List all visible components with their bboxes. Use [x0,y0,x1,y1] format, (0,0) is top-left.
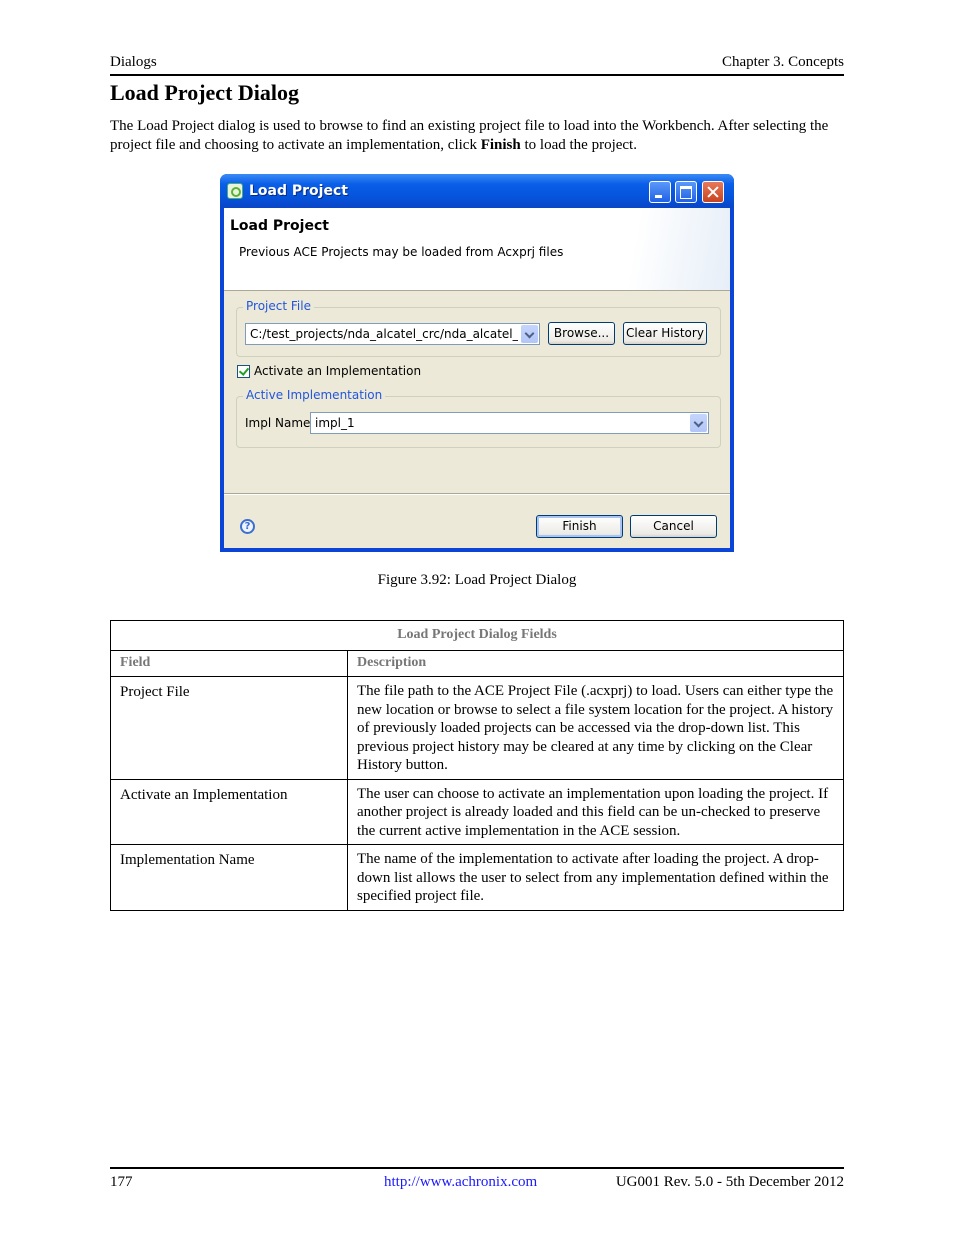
banner-title: Load Project [230,218,329,234]
project-file-group-label: Project File [243,299,314,313]
table-row: Implementation Name The name of the impl… [110,844,844,911]
app-icon [227,183,243,199]
finish-button[interactable]: Finish [536,515,623,538]
help-icon[interactable]: ? [240,519,255,534]
table-caption: Load Project Dialog Fields [110,620,844,651]
description-cell: The name of the implementation to activa… [347,844,844,911]
revision-info: UG001 Rev. 5.0 - 5th December 2012 [615,1174,844,1190]
fields-table: Load Project Dialog Fields Field Descrip… [110,620,844,911]
intro-paragraph: The Load Project dialog is used to brows… [110,117,844,155]
impl-name-combo[interactable]: impl_1 [310,412,709,434]
website-link[interactable]: http://www.achronix.com [384,1174,537,1191]
minimize-button[interactable] [649,181,671,203]
field-cell: Implementation Name [110,844,348,911]
section-title: Load Project Dialog [110,80,300,105]
window-title: Load Project [249,183,348,199]
active-implementation-group-label: Active Implementation [243,388,386,402]
close-button[interactable] [702,181,724,203]
project-file-combo[interactable]: C:/test_projects/nda_alcatel_crc/nda_alc… [245,323,540,345]
activate-implementation-checkbox[interactable]: Activate an Implementation [237,364,421,378]
clear-history-button[interactable]: Clear History [623,322,707,345]
activate-implementation-label[interactable]: Activate an Implementation [254,364,421,378]
field-cell: Activate an Implementation [110,778,348,845]
header-rule [110,74,844,76]
column-header-field: Field [110,649,348,677]
description-cell: The user can choose to activate an imple… [347,778,844,845]
dialog-banner: Load Project Previous ACE Projects may b… [224,208,730,291]
header-chapter: Chapter 3. Concepts [721,54,844,70]
title-bar[interactable]: Load Project [220,174,734,208]
load-project-dialog: Load Project Load Project Previous ACE P… [220,174,734,552]
intro-bold: Finish [480,137,521,153]
footer-rule [110,1167,844,1169]
active-implementation-group: Active Implementation Impl Name impl_1 [236,388,721,448]
chevron-down-icon[interactable] [690,414,707,432]
project-file-group: Project File C:/test_projects/nda_alcate… [236,299,721,357]
table-row: Project File The file path to the ACE Pr… [110,676,844,780]
impl-name-label: Impl Name [245,416,311,430]
table-row: Activate an Implementation The user can … [110,778,844,845]
page-number: 177 [110,1174,133,1190]
column-header-description: Description [347,649,844,677]
header-section: Dialogs [110,54,157,70]
checkbox-checked-icon[interactable] [237,364,250,378]
figure-caption: Figure 3.92: Load Project Dialog [377,572,577,588]
banner-message: Previous ACE Projects may be loaded from… [239,245,564,259]
page-header: Dialogs Chapter 3. Concepts [110,54,844,71]
project-file-value[interactable]: C:/test_projects/nda_alcatel_crc/nda_alc… [250,327,518,341]
cancel-button[interactable]: Cancel [630,515,717,538]
chevron-down-icon[interactable] [521,325,538,343]
intro-text: The Load Project dialog is used to brows… [110,118,829,153]
intro-text-end: to load the project. [520,137,637,153]
browse-button[interactable]: Browse... [548,322,615,345]
dialog-client: Load Project Previous ACE Projects may b… [224,208,730,548]
impl-name-value[interactable]: impl_1 [315,416,355,430]
description-cell: The file path to the ACE Project File (.… [347,676,844,780]
button-bar-divider [224,493,730,495]
field-cell: Project File [110,676,348,780]
maximize-button[interactable] [675,181,697,203]
